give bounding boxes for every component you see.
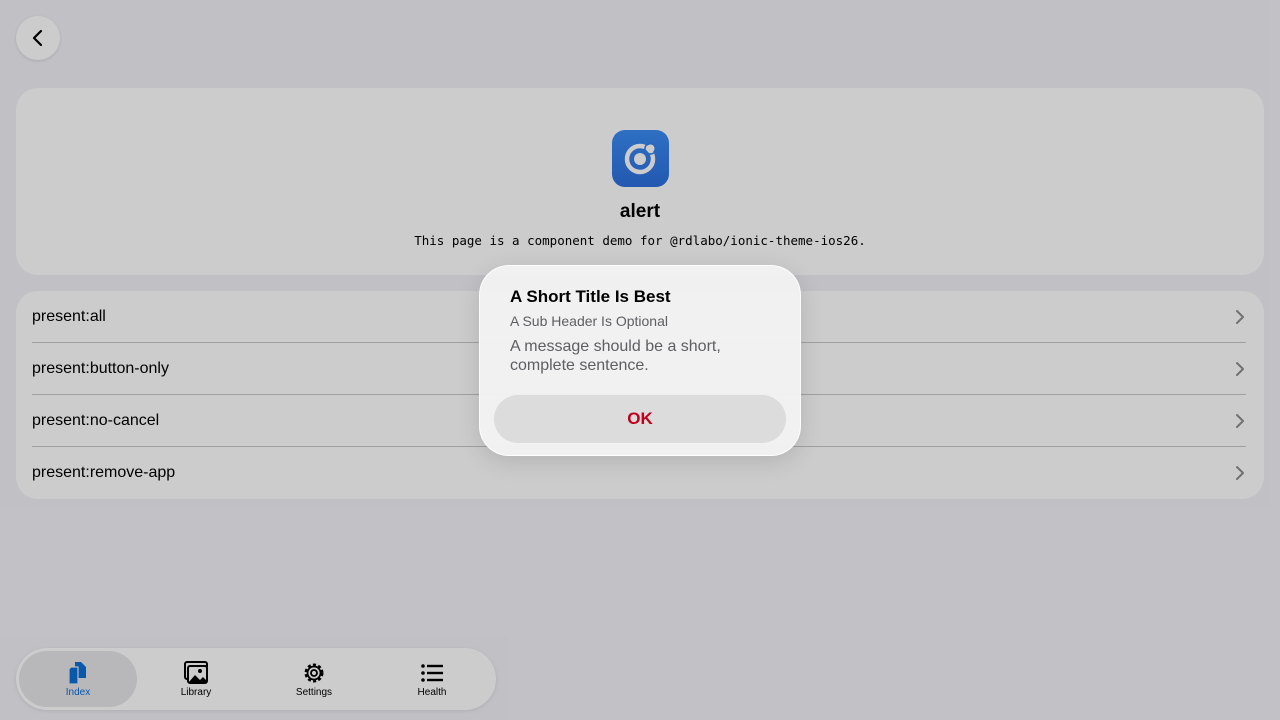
alert-subtitle: A Sub Header Is Optional — [510, 313, 668, 329]
alert-ok-button[interactable]: OK — [494, 395, 786, 443]
alert-dialog: A Short Title Is Best A Sub Header Is Op… — [479, 265, 801, 456]
alert-title: A Short Title Is Best — [510, 287, 671, 306]
alert-message: A message should be a short, complete se… — [510, 338, 721, 374]
